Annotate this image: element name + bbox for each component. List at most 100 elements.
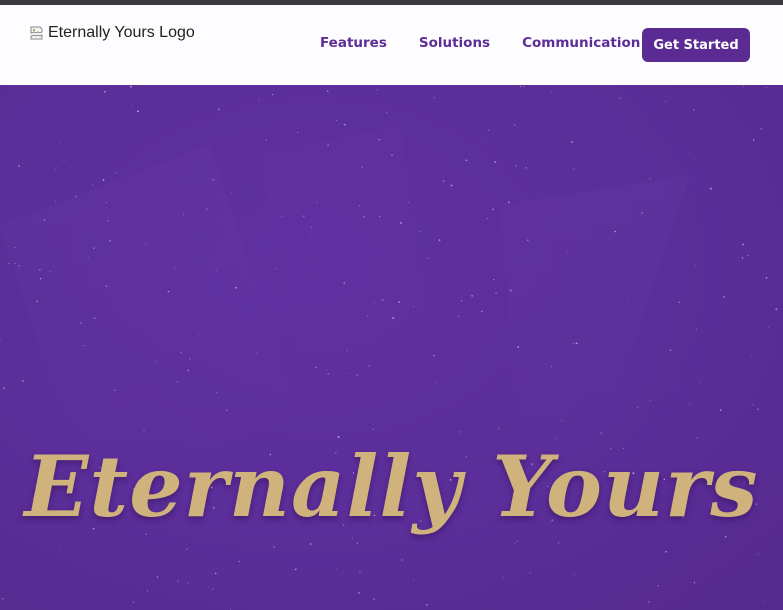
star-dot [186,548,188,550]
star-dot [766,87,768,89]
star-dot [665,550,667,553]
hero-section: Eternally Yours [0,85,783,610]
star-dot [760,234,762,236]
star-dot [145,244,147,246]
star-dot [315,366,317,369]
star-dot [649,178,651,180]
logo-link[interactable]: Eternally Yours Logo [30,21,195,45]
star-dot [695,328,698,330]
star-dot [514,543,516,545]
star-dot [433,354,435,357]
star-dot [750,354,752,356]
star-dot [560,420,562,422]
star-dot [433,97,435,99]
star-dot [3,387,5,390]
star-dot [316,201,318,203]
nav-link-solutions[interactable]: Solutions [419,35,490,51]
star-dot [327,144,329,147]
nav-link-features[interactable]: Features [320,35,387,51]
star-dot [132,601,135,604]
star-dot [699,382,701,384]
star-dot [121,398,123,400]
star-dot [515,165,517,167]
star-dot [514,124,516,126]
star-dot [180,351,182,354]
star-dot [205,208,208,211]
star-dot [143,429,145,431]
logo-alt-text: Eternally Yours Logo [48,24,195,41]
star-dot [212,178,215,181]
star-dot [383,378,385,380]
star-dot [551,366,553,367]
site-header: Eternally Yours Logo Features Solutions … [0,5,783,85]
star-dot [22,380,24,382]
star-dot [628,300,629,302]
get-started-button[interactable]: Get Started [642,28,750,62]
star-dot [59,141,61,144]
star-dot [392,317,395,320]
star-dot [366,315,369,318]
star-dot [361,166,363,168]
star-dot [693,108,695,111]
star-dot [363,216,365,218]
star-dot [228,149,230,151]
star-dot [435,382,437,384]
star-dot [481,310,483,313]
star-dot [648,600,650,603]
star-dot [18,165,20,167]
star-dot [724,535,727,538]
star-dot [310,226,313,228]
star-dot [43,219,46,221]
star-dot [39,278,42,280]
star-dot [438,239,441,241]
star-dot [87,256,89,258]
nav-link-communication[interactable]: Communication [522,35,640,51]
star-dot [689,152,691,154]
star-dot [401,559,403,561]
star-dot [419,230,421,233]
star-dot [39,269,41,271]
star-dot [131,104,133,106]
star-dot [492,208,494,211]
star-dot [641,211,644,214]
star-dot [115,172,117,174]
star-dot [747,254,749,257]
star-dot [167,290,170,293]
star-dot [442,180,445,183]
star-dot [368,365,370,368]
star-dot [664,100,666,102]
star-dot [752,404,754,406]
star-dot [377,89,379,91]
star-dot [174,268,176,270]
star-dot [619,97,621,99]
star-dot [294,568,297,571]
star-dot [775,308,778,311]
star-dot [709,187,712,190]
star-dot [336,119,338,121]
broken-image-icon [30,25,46,41]
star-dot [109,240,111,242]
star-dot [650,399,651,401]
star-dot [407,201,409,203]
star-dot [523,85,525,88]
star-dot [572,342,575,344]
star-dot [346,350,348,352]
star-dot [8,262,10,265]
star-dot [218,108,220,111]
star-dot [36,300,39,303]
star-dot [212,588,214,590]
star-dot [14,246,16,249]
star-dot [551,92,553,94]
star-dot [398,301,401,303]
star-dot [767,327,769,328]
star-dot [486,217,488,220]
star-dot [105,201,108,204]
star-dot [106,219,109,222]
star-dot [214,572,217,575]
star-dot [92,184,94,186]
star-dot [373,598,376,601]
star-dot [79,322,82,324]
star-dot [669,349,672,352]
star-dot [10,213,11,215]
star-dot [93,317,96,320]
